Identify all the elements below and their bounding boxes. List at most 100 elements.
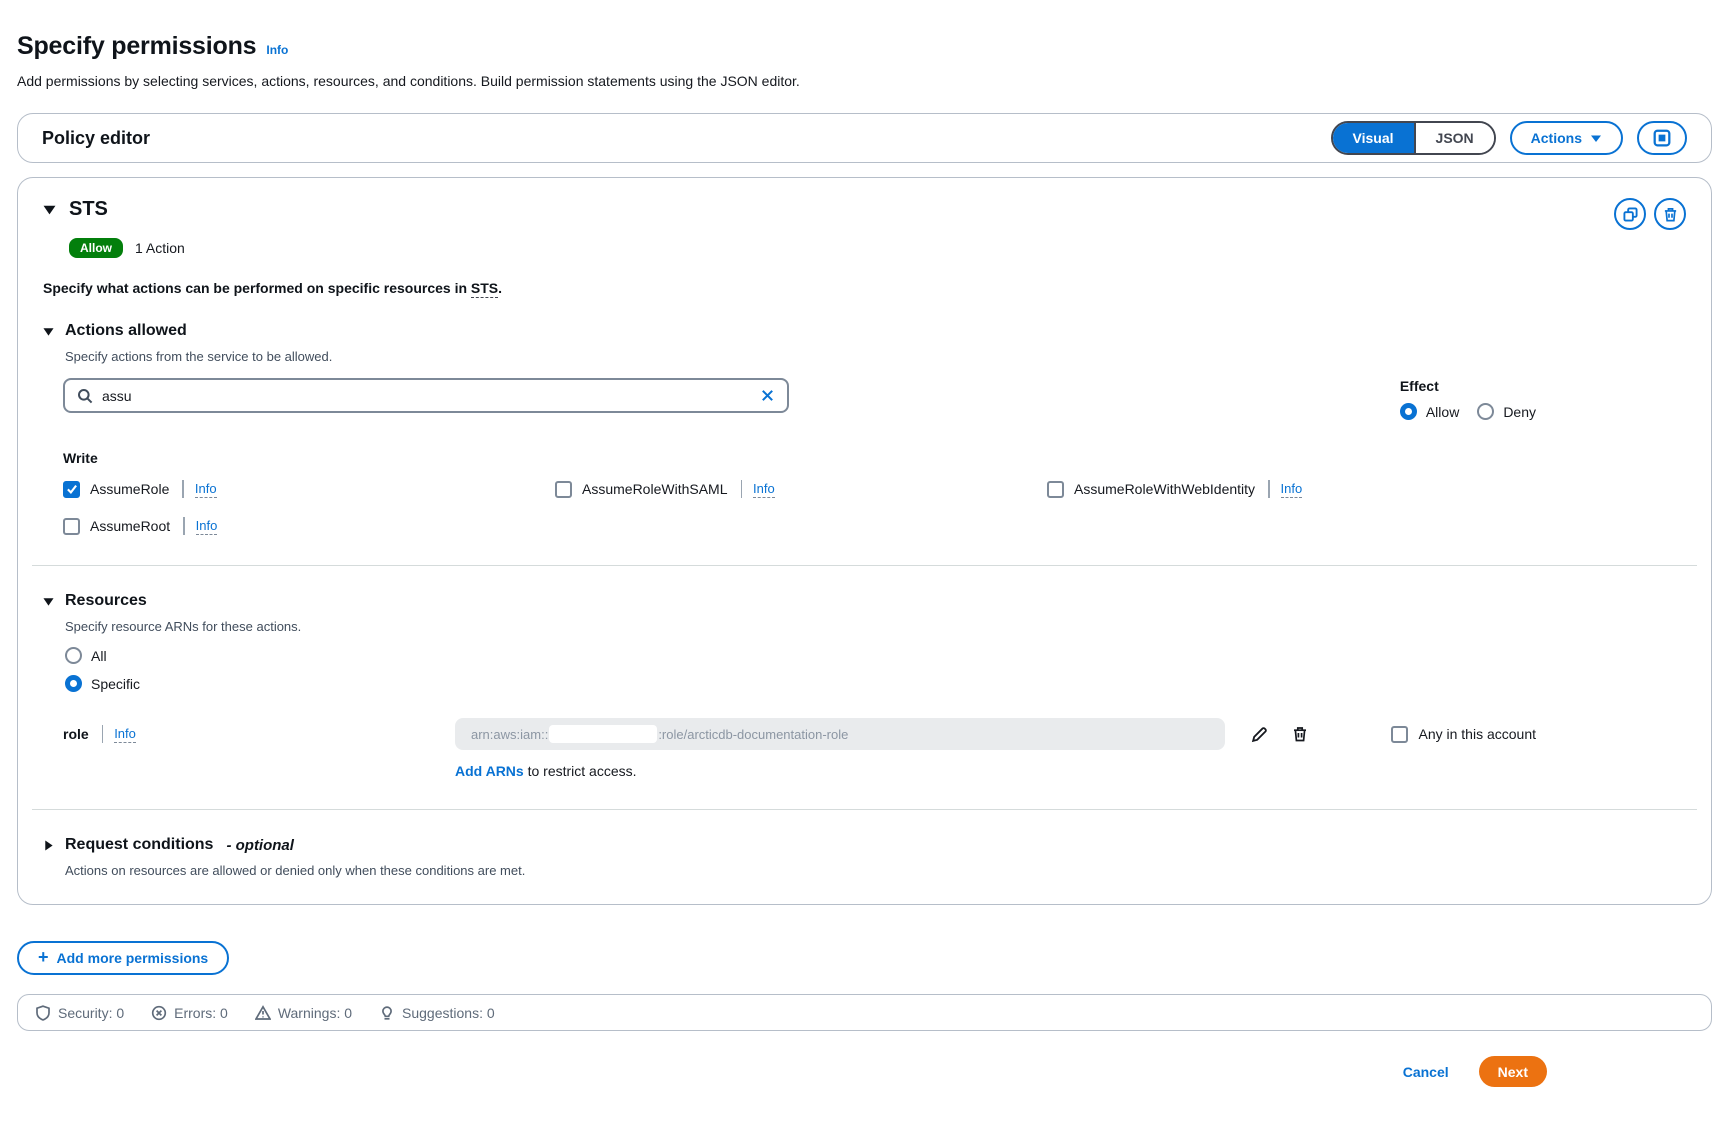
radio-selected-icon: [1400, 403, 1417, 420]
effect-allow-label: Allow: [1426, 404, 1459, 420]
action-label: AssumeRoleWithWebIdentity: [1074, 481, 1255, 497]
effect-badge: Allow: [69, 238, 123, 258]
effect-radio-group: Allow Deny: [1400, 403, 1536, 420]
toggle-visual[interactable]: Visual: [1333, 123, 1414, 153]
resource-role-row: role Info arn:aws:iam:::role/arcticdb-do…: [63, 718, 1686, 750]
actions-dropdown-button[interactable]: Actions: [1510, 121, 1623, 155]
page-header: Specify permissions Info: [17, 32, 1712, 61]
editor-mode-toggle: Visual JSON: [1331, 121, 1496, 155]
vertical-divider: [182, 480, 184, 498]
vertical-divider: [102, 725, 104, 743]
resources-hint: Specify resource ARNs for these actions.: [65, 619, 1686, 634]
scope-all-label: All: [91, 648, 107, 664]
resource-scope-all[interactable]: All: [65, 647, 1686, 664]
duplicate-statement-button[interactable]: [1614, 198, 1646, 230]
delete-arn-icon[interactable]: [1292, 726, 1308, 742]
action-count: 1 Action: [135, 240, 185, 256]
caret-down-icon: [43, 596, 54, 607]
add-arns-link[interactable]: Add ARNs: [455, 763, 524, 779]
error-circle-icon: [151, 1005, 167, 1021]
vertical-divider: [183, 517, 185, 535]
section-divider: [32, 809, 1697, 810]
section-divider: [32, 565, 1697, 566]
checkbox-unchecked-icon[interactable]: [555, 481, 572, 498]
actions-dropdown-label: Actions: [1531, 130, 1582, 146]
action-label: AssumeRole: [90, 481, 169, 497]
role-label: role: [63, 726, 89, 742]
statement-title-row[interactable]: STS: [43, 198, 108, 221]
status-security-label: Security: 0: [58, 1005, 124, 1021]
action-search-input[interactable]: [102, 388, 751, 404]
wizard-footer: Cancel Next: [17, 1056, 1712, 1087]
statement-badge-row: Allow 1 Action: [69, 238, 1686, 258]
status-errors[interactable]: Errors: 0: [151, 1005, 228, 1021]
optional-label: - optional: [226, 837, 294, 854]
resources-heading[interactable]: Resources: [43, 592, 1686, 610]
action-row-assumerolewithsaml: AssumeRoleWithSAML Info: [555, 480, 1047, 498]
checkbox-unchecked-icon[interactable]: [1391, 726, 1408, 743]
request-conditions-heading[interactable]: Request conditions - optional: [43, 836, 1686, 854]
window-panel-icon: [1653, 129, 1671, 147]
actions-allowed-heading[interactable]: Actions allowed: [43, 322, 1686, 340]
resources-heading-label: Resources: [65, 592, 147, 610]
chevron-down-icon: [1590, 132, 1602, 144]
status-security[interactable]: Security: 0: [35, 1005, 124, 1021]
duplicate-icon: [1623, 207, 1638, 222]
cancel-button[interactable]: Cancel: [1403, 1064, 1449, 1080]
status-warnings[interactable]: Warnings: 0: [255, 1005, 352, 1021]
add-arns-line: Add ARNs to restrict access.: [455, 763, 1686, 779]
next-button[interactable]: Next: [1479, 1056, 1547, 1087]
vertical-divider: [741, 480, 743, 498]
clear-search-icon[interactable]: [760, 388, 775, 403]
search-effect-row: Effect Allow Deny: [43, 378, 1686, 420]
action-search-box: [63, 378, 789, 413]
statement-description: Specify what actions can be performed on…: [43, 280, 1686, 296]
effect-label: Effect: [1400, 378, 1536, 394]
statement-card-sts: STS: [17, 177, 1712, 905]
page-title-info-link[interactable]: Info: [266, 43, 288, 57]
caret-down-icon: [43, 203, 56, 216]
request-conditions-label: Request conditions: [65, 836, 213, 854]
statement-header: STS: [43, 198, 1686, 230]
description-suffix: .: [498, 280, 502, 296]
action-info-link[interactable]: Info: [195, 481, 217, 498]
actions-allowed-heading-label: Actions allowed: [65, 322, 187, 340]
delete-statement-button[interactable]: [1654, 198, 1686, 230]
edit-arn-icon[interactable]: [1251, 726, 1268, 743]
actions-allowed-hint: Specify actions from the service to be a…: [65, 349, 1686, 364]
effect-radio-allow[interactable]: Allow: [1400, 403, 1459, 420]
status-suggestions[interactable]: Suggestions: 0: [379, 1005, 495, 1021]
toggle-json[interactable]: JSON: [1414, 123, 1494, 153]
any-account-row: Any in this account: [1391, 726, 1536, 743]
status-errors-label: Errors: 0: [174, 1005, 228, 1021]
action-label: AssumeRoleWithSAML: [582, 481, 728, 497]
action-row-assumerole: AssumeRole Info: [63, 480, 555, 498]
description-prefix: Specify what actions can be performed on…: [43, 280, 467, 296]
policy-editor-card: Policy editor Visual JSON Actions: [17, 113, 1712, 163]
action-row-assumeroot: AssumeRoot Info: [63, 517, 555, 535]
action-info-link[interactable]: Info: [196, 518, 218, 535]
add-more-permissions-button[interactable]: + Add more permissions: [17, 941, 229, 975]
effect-block: Effect Allow Deny: [1400, 378, 1536, 420]
suggestion-bulb-icon: [379, 1005, 395, 1021]
any-account-label: Any in this account: [1418, 726, 1536, 742]
split-panel-button[interactable]: [1637, 121, 1687, 155]
resource-scope-specific[interactable]: Specific: [65, 675, 1686, 692]
action-info-link[interactable]: Info: [1281, 481, 1303, 498]
actions-checkbox-grid: AssumeRole Info AssumeRoleWithSAML Info …: [63, 480, 1686, 535]
effect-radio-deny[interactable]: Deny: [1477, 403, 1536, 420]
resource-arn-field[interactable]: arn:aws:iam:::role/arcticdb-documentatio…: [455, 718, 1225, 750]
description-service-term[interactable]: STS: [471, 280, 498, 298]
checkbox-unchecked-icon[interactable]: [1047, 481, 1064, 498]
policy-editor-controls: Visual JSON Actions: [1331, 121, 1687, 155]
warning-triangle-icon: [255, 1005, 271, 1021]
specify-permissions-page: Specify permissions Info Add permissions…: [0, 32, 1729, 1087]
radio-unselected-icon: [65, 647, 82, 664]
trash-icon: [1663, 207, 1678, 222]
checkbox-unchecked-icon[interactable]: [63, 518, 80, 535]
action-info-link[interactable]: Info: [753, 481, 775, 498]
checkbox-checked-icon[interactable]: [63, 481, 80, 498]
role-info-link[interactable]: Info: [114, 726, 136, 743]
action-group-label: Write: [63, 450, 1686, 466]
arn-action-icons: [1251, 726, 1308, 743]
